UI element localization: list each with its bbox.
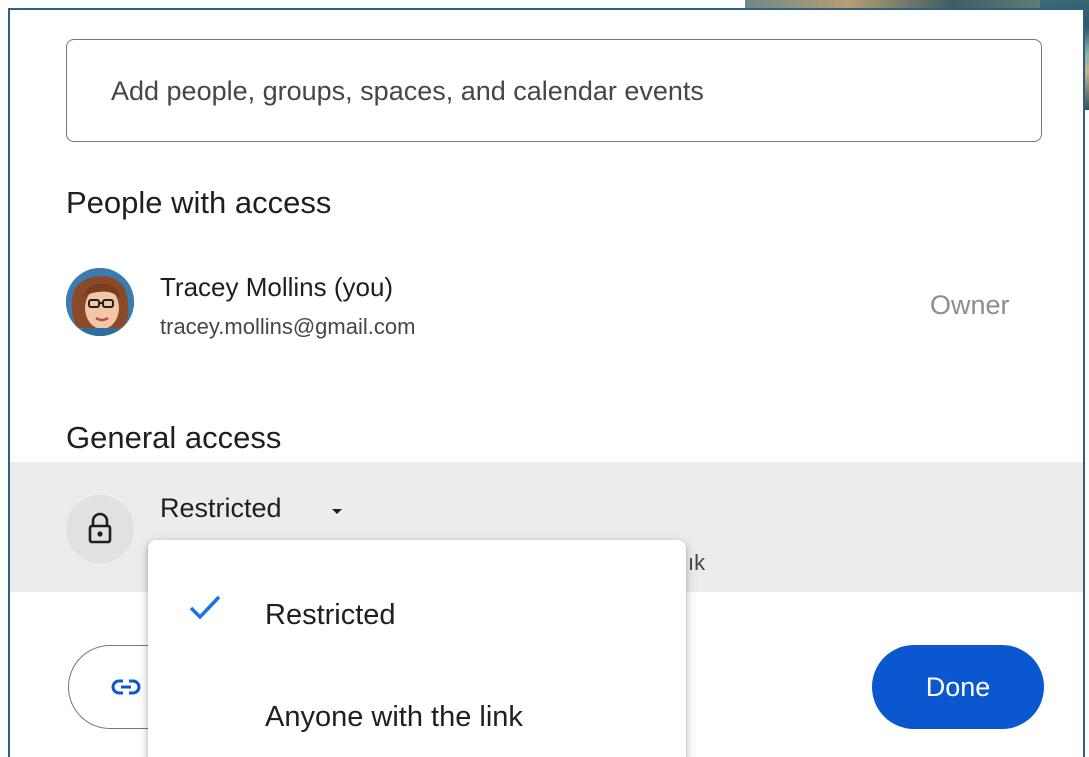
link-icon [111, 679, 141, 695]
check-icon [189, 595, 221, 620]
add-people-field[interactable] [66, 39, 1042, 142]
person-role: Owner [930, 290, 1010, 320]
people-with-access-heading: People with access [66, 185, 332, 220]
general-access-heading: General access [66, 420, 282, 455]
general-access-description: ık [688, 550, 706, 575]
lock-icon [66, 495, 134, 563]
share-dialog: People with access Tracey Mollins (you) … [8, 8, 1085, 757]
menu-item-label: Anyone with the link [265, 701, 523, 733]
add-people-input[interactable] [109, 40, 1013, 142]
menu-item-label: Restricted [265, 599, 396, 631]
done-button[interactable]: Done [872, 645, 1044, 729]
general-access-value[interactable]: Restricted [160, 493, 282, 524]
person-email: tracey.mollins@gmail.com [160, 314, 416, 339]
avatar [66, 268, 134, 336]
menu-item-anyone-with-link[interactable]: Anyone with the link [148, 657, 686, 757]
general-access-menu: Restricted Anyone with the link [148, 540, 686, 757]
arrow-drop-down-icon[interactable] [328, 502, 346, 520]
person-name: Tracey Mollins (you) [160, 272, 394, 302]
menu-item-restricted[interactable]: Restricted [148, 555, 686, 655]
